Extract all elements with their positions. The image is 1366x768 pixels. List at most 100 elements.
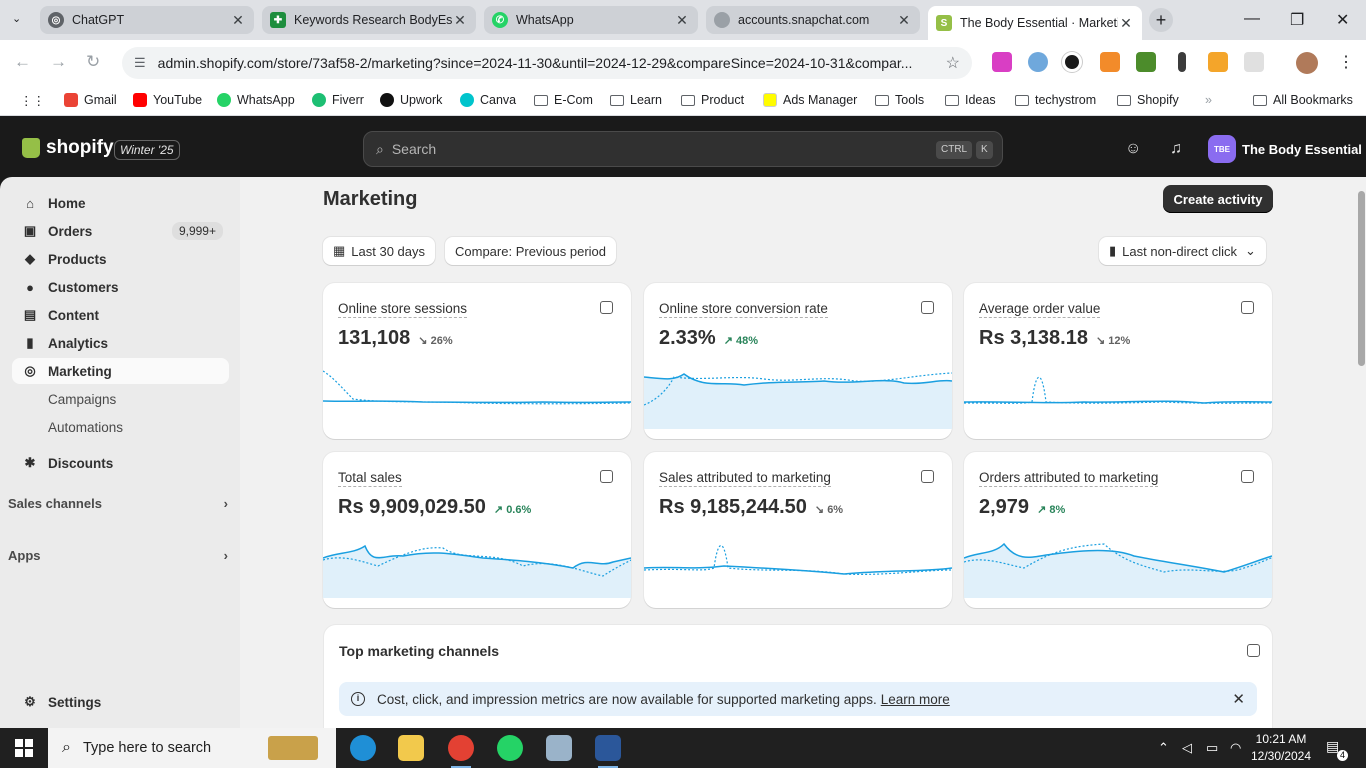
- metric-card-sessions[interactable]: Online store sessions 131,108 ↘ 26%: [323, 283, 631, 439]
- edge-icon[interactable]: [350, 735, 376, 761]
- compare-button[interactable]: Compare: Previous period: [445, 237, 617, 265]
- report-icon[interactable]: [921, 301, 934, 314]
- metric-title[interactable]: Average order value: [979, 301, 1101, 318]
- all-bookmarks[interactable]: All Bookmarks: [1253, 93, 1353, 107]
- tab-search-chevron-icon[interactable]: ⌄: [12, 12, 21, 25]
- eyedropper-extension-icon[interactable]: [1178, 52, 1186, 72]
- bookmark-star-icon[interactable]: ☆: [946, 53, 960, 73]
- scrollbar-thumb[interactable]: [1358, 191, 1365, 366]
- metric-card-total-sales[interactable]: Total sales Rs 9,909,029.50 ↗ 0.6%: [323, 452, 631, 608]
- extensions-puzzle-icon[interactable]: [1244, 52, 1264, 72]
- search-input[interactable]: ⌕ Search CTRL K: [363, 131, 1003, 167]
- battery-icon[interactable]: ▭: [1206, 740, 1218, 756]
- clock-date[interactable]: 12/30/2024: [1250, 749, 1312, 763]
- photos-icon[interactable]: [546, 735, 572, 761]
- bookmark-gmail[interactable]: Gmail: [64, 93, 117, 107]
- metric-title[interactable]: Orders attributed to marketing: [979, 470, 1159, 487]
- report-icon[interactable]: [600, 301, 613, 314]
- chrome-icon[interactable]: [448, 735, 474, 768]
- close-tab-icon[interactable]: ✕: [1118, 15, 1134, 32]
- page-scrollbar[interactable]: [1356, 177, 1366, 728]
- sidebar-item-products[interactable]: ◆ Products: [12, 246, 229, 272]
- notifications-bell-icon[interactable]: ♫: [1170, 140, 1182, 158]
- report-icon[interactable]: [1241, 301, 1254, 314]
- apps-grid-icon[interactable]: ⋮⋮: [20, 93, 45, 108]
- report-icon[interactable]: [1241, 470, 1254, 483]
- metric-card-orders-attributed[interactable]: Orders attributed to marketing 2,979 ↗ 8%: [964, 452, 1272, 608]
- edition-badge[interactable]: Winter '25: [114, 140, 180, 160]
- volume-icon[interactable]: ◁: [1182, 740, 1192, 756]
- attribution-model-select[interactable]: ▮ Last non-direct click ⌄: [1099, 237, 1266, 265]
- restore-icon[interactable]: ❐: [1290, 10, 1304, 30]
- bookmark-youtube[interactable]: YouTube: [133, 93, 202, 107]
- bookmark-folder-techystrom[interactable]: techystrom: [1015, 93, 1096, 107]
- profile-extension-icon[interactable]: [1062, 52, 1082, 72]
- metric-card-conversion[interactable]: Online store conversion rate 2.33% ↗ 48%: [644, 283, 952, 439]
- create-activity-button[interactable]: Create activity: [1163, 185, 1273, 213]
- metric-title[interactable]: Sales attributed to marketing: [659, 470, 831, 487]
- browser-tab-keywords[interactable]: ✚ Keywords Research BodyEssen ✕: [262, 6, 476, 34]
- close-window-icon[interactable]: ✕: [1336, 10, 1349, 30]
- site-info-icon[interactable]: ☰: [134, 55, 146, 71]
- sidebar-subitem-automations[interactable]: Automations: [48, 420, 123, 435]
- word-icon[interactable]: [595, 735, 621, 768]
- clock-time[interactable]: 10:21 AM: [1252, 732, 1310, 746]
- reload-icon[interactable]: ↻: [86, 52, 100, 72]
- sidebar-subitem-campaigns[interactable]: Campaigns: [48, 392, 116, 407]
- bookmark-ads-manager[interactable]: Ads Manager: [763, 93, 857, 107]
- browser-tab-shopify[interactable]: S The Body Essential · Marketin ✕: [928, 6, 1142, 40]
- report-icon[interactable]: [600, 470, 613, 483]
- bookmark-folder-tools[interactable]: Tools: [875, 93, 924, 107]
- close-icon[interactable]: ✕: [1232, 690, 1245, 708]
- chevron-up-icon[interactable]: ⌃: [1158, 740, 1169, 756]
- bookmark-folder-learn[interactable]: Learn: [610, 93, 662, 107]
- bookmark-folder-shopify[interactable]: Shopify: [1117, 93, 1179, 107]
- sidebar-item-settings[interactable]: ⚙ Settings: [12, 689, 229, 715]
- shopify-logo[interactable]: shopify: [22, 137, 114, 159]
- sidebar-item-analytics[interactable]: ▮ Analytics: [12, 330, 229, 356]
- close-tab-icon[interactable]: ✕: [896, 12, 912, 29]
- bookmark-canva[interactable]: Canva: [460, 93, 516, 107]
- forward-icon[interactable]: →: [50, 52, 67, 72]
- sidebar-section-sales-channels[interactable]: Sales channels ›: [8, 496, 228, 511]
- bookmark-whatsapp[interactable]: WhatsApp: [217, 93, 295, 107]
- store-menu[interactable]: TBE The Body Essential: [1208, 135, 1362, 163]
- minimize-icon[interactable]: —: [1244, 10, 1260, 28]
- sidebar-item-orders[interactable]: ▣ Orders 9,999+: [12, 218, 229, 244]
- sidebar-item-discounts[interactable]: ✱ Discounts: [12, 450, 229, 476]
- more-bookmarks-icon[interactable]: »: [1205, 93, 1212, 107]
- metric-title[interactable]: Total sales: [338, 470, 402, 487]
- bookmark-fiverr[interactable]: Fiverr: [312, 93, 364, 107]
- browser-menu-icon[interactable]: ⋮: [1338, 52, 1354, 72]
- browser-tab-snapchat[interactable]: accounts.snapchat.com ✕: [706, 6, 920, 34]
- cloud-extension-icon[interactable]: [1100, 52, 1120, 72]
- close-tab-icon[interactable]: ✕: [230, 12, 246, 29]
- metric-title[interactable]: Online store sessions: [338, 301, 468, 318]
- browser-tab-whatsapp[interactable]: ✆ WhatsApp ✕: [484, 6, 698, 34]
- close-tab-icon[interactable]: ✕: [674, 12, 690, 29]
- back-icon[interactable]: ←: [14, 52, 31, 72]
- sidekick-icon[interactable]: ☺: [1125, 140, 1141, 158]
- search-extension-icon[interactable]: [1028, 52, 1048, 72]
- taskbar-search-input[interactable]: ⌕ Type here to search: [48, 728, 336, 768]
- date-range-button[interactable]: ▦ Last 30 days: [323, 237, 436, 265]
- report-icon[interactable]: [921, 470, 934, 483]
- windows-start-icon[interactable]: [15, 739, 33, 757]
- report-icon[interactable]: [1247, 644, 1260, 657]
- bookmark-folder-product[interactable]: Product: [681, 93, 744, 107]
- bookmark-folder-ideas[interactable]: Ideas: [945, 93, 996, 107]
- file-explorer-icon[interactable]: [398, 735, 424, 761]
- browser-tab-chatgpt[interactable]: ◎ ChatGPT ✕: [40, 6, 254, 34]
- sidebar-item-customers[interactable]: ● Customers: [12, 274, 229, 300]
- profile-avatar[interactable]: [1296, 52, 1318, 74]
- metric-card-sales-attributed[interactable]: Sales attributed to marketing Rs 9,185,2…: [644, 452, 952, 608]
- address-bar[interactable]: ☰ admin.shopify.com/store/73af58-2/marke…: [122, 47, 972, 79]
- learn-more-link[interactable]: Learn more: [881, 692, 950, 707]
- sidebar-item-home[interactable]: ⌂ Home: [12, 190, 229, 216]
- metric-title[interactable]: Online store conversion rate: [659, 301, 828, 318]
- sq-extension-icon[interactable]: [1208, 52, 1228, 72]
- new-tab-button[interactable]: +: [1149, 8, 1173, 32]
- whatsapp-icon[interactable]: [497, 735, 523, 761]
- bookmark-upwork[interactable]: Upwork: [380, 93, 442, 107]
- close-tab-icon[interactable]: ✕: [452, 12, 468, 29]
